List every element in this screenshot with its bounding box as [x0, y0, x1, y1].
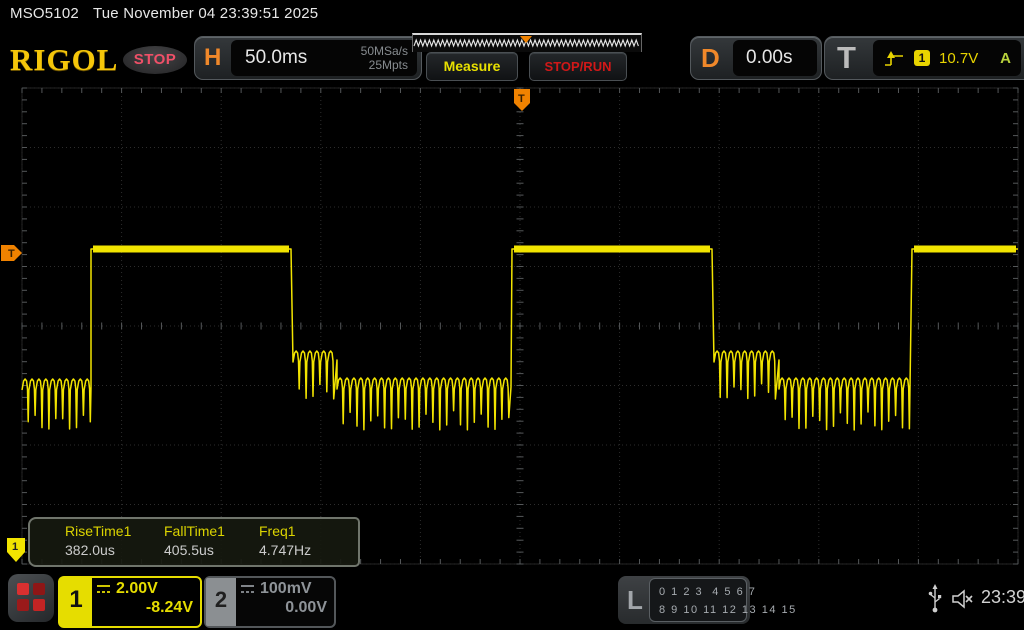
usb-icon [928, 584, 942, 614]
channel-2-box[interactable]: 2 100mV 0.00V [204, 576, 336, 628]
svg-text:T: T [8, 248, 15, 260]
svg-text:1: 1 [12, 541, 18, 553]
trigger-readout: 1 10.7V A [873, 40, 1021, 76]
measurement-results-panel[interactable]: RiseTime1 382.0us FallTime1 405.5us Freq… [28, 517, 360, 567]
horizontal-readout: 50.0ms 50MSa/s 25Mpts [231, 40, 417, 76]
measurement-item: RiseTime1 382.0us [65, 519, 160, 558]
svg-text:T: T [518, 93, 525, 105]
dc-coupling-icon [240, 584, 255, 595]
sample-rate-readout: 50MSa/s 25Mpts [361, 44, 408, 72]
channel-1-offset: -8.24V [96, 599, 193, 617]
red-square-icon [17, 583, 29, 595]
logic-channel-numbers: 0 1 2 3 4 5 6 78 9 10 11 12 13 14 15 [649, 578, 747, 622]
measurement-item: Freq1 4.747Hz [259, 519, 354, 558]
sound-muted-icon[interactable] [950, 587, 974, 611]
delay-label: D [701, 37, 720, 79]
timebase-value: 50.0ms [245, 40, 307, 76]
channel-2-offset: 0.00V [240, 599, 327, 617]
trigger-label: T [837, 37, 856, 79]
trigger-level-marker[interactable]: T [1, 245, 22, 261]
trigger-panel[interactable]: T 1 10.7V A [824, 36, 1024, 80]
windows-grid-icon[interactable] [8, 574, 54, 622]
graticule [22, 88, 1018, 564]
measurement-label: RiseTime1 [65, 523, 160, 539]
measurement-label: FallTime1 [164, 523, 259, 539]
red-square-icon [17, 599, 29, 611]
measurement-value: 405.5us [164, 542, 259, 558]
rising-edge-trigger-icon [883, 50, 905, 67]
stop-run-button[interactable]: STOP/RUN [529, 52, 627, 81]
horizontal-label: H [204, 37, 221, 79]
channel-1-scale: 2.00V [116, 580, 158, 598]
channel-1-number-tab: 1 [60, 578, 92, 626]
trigger-position-marker[interactable]: T [514, 89, 530, 111]
channel-2-scale: 100mV [260, 580, 312, 598]
horizontal-panel[interactable]: H 50.0ms 50MSa/s 25Mpts [194, 36, 422, 80]
preview-zigzag-icon [413, 35, 639, 50]
datetime-text: Tue November 04 23:39:51 2025 [93, 5, 318, 22]
bottom-status-bar: 1 2.00V -8.24V 2 100mV 0.00V [0, 570, 1024, 630]
channel-1-readout: 2.00V -8.24V [96, 580, 193, 617]
waveform-preview-strip[interactable] [412, 33, 642, 52]
red-square-icon [33, 583, 45, 595]
dc-coupling-icon [96, 584, 111, 595]
measure-button[interactable]: Measure [426, 52, 518, 81]
logic-row-1: 0 1 2 3 4 5 6 7 [659, 586, 756, 598]
red-square-icon [33, 599, 45, 611]
acquisition-status-badge: STOP [123, 46, 187, 74]
delay-value: 0.00s [746, 40, 792, 76]
logic-channels-box[interactable]: L 0 1 2 3 4 5 6 78 9 10 11 12 13 14 15 [618, 576, 750, 624]
logic-label: L [627, 576, 643, 624]
title-bar: MSO5102 Tue November 04 23:39:51 2025 [10, 5, 318, 22]
model-name: MSO5102 [10, 5, 79, 22]
channel-2-number-tab: 2 [206, 578, 236, 626]
trigger-level-value: 10.7V [939, 50, 978, 67]
memory-depth: 25Mpts [361, 58, 408, 72]
channel-1-box[interactable]: 1 2.00V -8.24V [58, 576, 202, 628]
header-bar: RIGOL STOP H 50.0ms 50MSa/s 25Mpts Measu… [0, 30, 1024, 82]
measurement-value: 382.0us [65, 542, 160, 558]
measurement-value: 4.747Hz [259, 542, 354, 558]
channel-2-readout: 100mV 0.00V [240, 580, 327, 617]
logic-row-2: 8 9 10 11 12 13 14 15 [659, 604, 797, 616]
trigger-source-badge: 1 [914, 50, 930, 66]
delay-panel[interactable]: D 0.00s [690, 36, 822, 80]
clock-text: 23:39 [981, 587, 1024, 608]
rigol-logo: RIGOL [10, 42, 118, 78]
trigger-mode-auto: A [1000, 50, 1011, 67]
delay-readout: 0.00s [733, 40, 817, 76]
measurement-item: FallTime1 405.5us [164, 519, 259, 558]
measurement-label: Freq1 [259, 523, 354, 539]
sample-rate: 50MSa/s [361, 44, 408, 58]
